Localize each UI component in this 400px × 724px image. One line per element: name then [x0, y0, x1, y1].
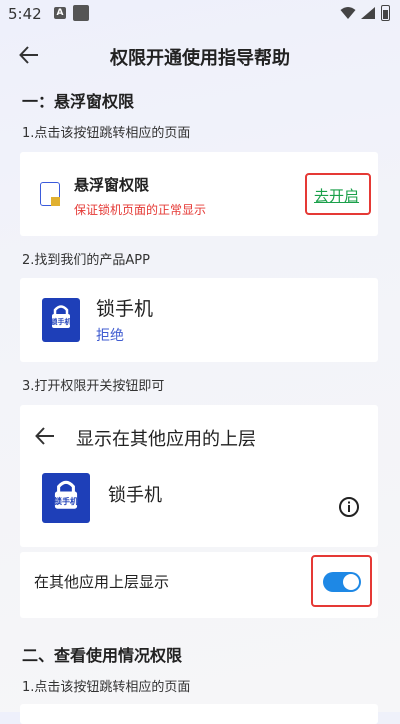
notification-icon: A	[54, 7, 66, 19]
back-arrow-icon	[35, 427, 54, 445]
highlight-box	[311, 555, 372, 607]
permission-title: 悬浮窗权限	[74, 176, 150, 194]
window-icon	[40, 182, 60, 206]
app-card[interactable]: 锁手机 锁手机 拒绝	[20, 278, 378, 362]
usage-permission-card	[20, 704, 378, 724]
overlay-permission-card: 悬浮窗权限 保证锁机页面的正常显示 去开启	[20, 152, 378, 236]
settings-page-title: 显示在其他应用的上层	[76, 429, 256, 450]
app-icon: 锁手机	[42, 473, 90, 523]
wifi-icon	[340, 7, 356, 19]
battery-icon	[381, 5, 390, 21]
step-1-text-usage: 1.点击该按钮跳转相应的页面	[22, 680, 191, 695]
notification-square-icon	[73, 5, 89, 21]
section-heading-usage: 二、查看使用情况权限	[22, 646, 183, 665]
section-heading-overlay: 一：悬浮窗权限	[22, 92, 135, 111]
toggle-row-card: 在其他应用上层显示	[20, 552, 378, 618]
toggle-label: 在其他应用上层显示	[34, 573, 170, 591]
highlight-box: 去开启	[305, 173, 371, 215]
app-permission-status: 拒绝	[96, 328, 124, 344]
status-time: 5:42	[8, 5, 42, 23]
status-bar: 5:42 A	[0, 0, 400, 28]
signal-icon	[361, 7, 375, 19]
app-icon-label: 锁手机	[50, 318, 72, 326]
step-2-text: 2.找到我们的产品APP	[22, 253, 150, 268]
step-1-text: 1.点击该按钮跳转相应的页面	[22, 126, 191, 141]
display-over-apps-toggle[interactable]	[323, 572, 361, 592]
permission-subtitle: 保证锁机页面的正常显示	[74, 203, 207, 217]
app-icon-label: 锁手机	[54, 497, 78, 506]
open-permission-link[interactable]: 去开启	[314, 185, 359, 206]
app-icon: 锁手机	[42, 298, 80, 342]
page-title: 权限开通使用指导帮助	[110, 48, 290, 69]
settings-app-name: 锁手机	[108, 485, 162, 506]
step-3-text: 3.打开权限开关按钮即可	[22, 379, 165, 394]
app-name: 锁手机	[96, 298, 154, 320]
info-icon[interactable]	[338, 496, 360, 518]
settings-card: 显示在其他应用的上层 锁手机 锁手机	[20, 405, 378, 547]
